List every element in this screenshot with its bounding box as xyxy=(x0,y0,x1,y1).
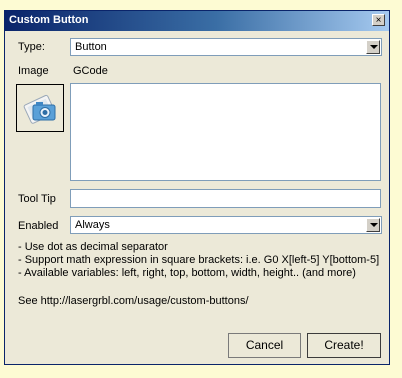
chevron-down-icon[interactable] xyxy=(366,40,380,54)
enabled-select[interactable]: Always xyxy=(70,216,382,234)
enabled-label: Enabled xyxy=(18,220,59,232)
chevron-down-icon[interactable] xyxy=(366,218,380,232)
cancel-button[interactable]: Cancel xyxy=(228,333,301,358)
window-title: Custom Button xyxy=(9,14,89,26)
help-note-line: - Support math expression in square brac… xyxy=(18,254,380,266)
custom-button-dialog: Custom Button × Type: Button Image GCode… xyxy=(4,10,390,365)
help-note-line: - Use dot as decimal separator xyxy=(18,241,168,253)
tooltip-input[interactable] xyxy=(70,189,381,208)
close-button[interactable]: × xyxy=(372,14,385,26)
gcode-label: GCode xyxy=(73,65,108,77)
image-picker-button[interactable] xyxy=(16,84,64,132)
type-select-value: Button xyxy=(75,41,107,53)
image-label: Image xyxy=(18,65,49,77)
camera-picture-icon xyxy=(23,94,56,124)
help-note-line: - Available variables: left, right, top,… xyxy=(18,267,356,279)
enabled-select-value: Always xyxy=(75,219,110,231)
title-bar[interactable]: Custom Button × xyxy=(5,11,389,31)
create-button[interactable]: Create! xyxy=(307,333,381,358)
help-link-text: See http://lasergrbl.com/usage/custom-bu… xyxy=(18,295,249,307)
help-notes: - Use dot as decimal separator - Support… xyxy=(18,241,379,280)
tooltip-label: Tool Tip xyxy=(18,193,56,205)
gcode-textarea[interactable] xyxy=(70,83,381,181)
type-label: Type: xyxy=(18,41,45,53)
type-select[interactable]: Button xyxy=(70,38,382,56)
